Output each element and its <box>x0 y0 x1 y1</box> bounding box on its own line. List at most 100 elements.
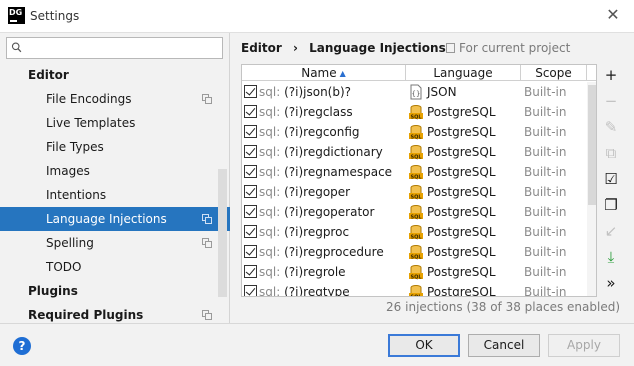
table-scrollbar-thumb[interactable] <box>588 85 596 205</box>
scope-cell: Built-in <box>524 245 567 259</box>
language-cell: PostgreSQL <box>427 145 496 159</box>
table-row[interactable]: sql: (?i)regclass SQL PostgreSQL Built-in <box>242 102 596 122</box>
close-icon[interactable]: ✕ <box>604 6 622 24</box>
svg-text:SQL: SQL <box>410 254 422 260</box>
scope-cell: Built-in <box>524 145 567 159</box>
sql-icon: SQL <box>409 245 423 260</box>
cancel-button[interactable]: Cancel <box>468 334 540 357</box>
table-row[interactable]: sql: (?i)regconfig SQL PostgreSQL Built-in <box>242 122 596 142</box>
sidebar-item-label: Language Injections <box>46 212 167 226</box>
column-scope[interactable]: Scope <box>521 65 587 81</box>
scope-cell: Built-in <box>524 285 567 297</box>
duplicate-icon[interactable]: ❐ <box>602 196 620 214</box>
enabled-checkbox[interactable] <box>244 185 257 198</box>
sidebar-item-live-templates[interactable]: Live Templates <box>0 111 230 135</box>
main-panel: Editor › Language Injections For current… <box>231 33 634 323</box>
sidebar-item-plugins[interactable]: Plugins <box>0 279 230 303</box>
import-icon[interactable]: ↙ <box>602 222 620 240</box>
table-row[interactable]: sql: (?i)json(b)? {} JSON Built-in <box>242 82 596 102</box>
table-row[interactable]: sql: (?i)regoper SQL PostgreSQL Built-in <box>242 182 596 202</box>
scope-cell: Built-in <box>524 165 567 179</box>
injection-pattern: (?i)regoper <box>284 185 351 199</box>
breadcrumb-current: Language Injections <box>309 41 446 55</box>
enabled-checkbox[interactable] <box>244 225 257 238</box>
svg-text:SQL: SQL <box>410 234 422 240</box>
injection-name: sql: (?i)regoper <box>259 182 350 202</box>
sidebar-item-images[interactable]: Images <box>0 159 230 183</box>
enabled-checkbox[interactable] <box>244 245 257 258</box>
svg-text:{}: {} <box>412 90 421 98</box>
sql-icon: SQL <box>409 165 423 180</box>
language-cell: JSON <box>427 85 457 99</box>
project-icon <box>446 43 455 53</box>
sidebar-item-spelling[interactable]: Spelling <box>0 231 230 255</box>
injection-prefix: sql: <box>259 245 281 259</box>
column-name-label: Name <box>301 66 337 80</box>
language-cell: PostgreSQL <box>427 285 496 297</box>
table-row[interactable]: sql: (?i)regproc SQL PostgreSQL Built-in <box>242 222 596 242</box>
sidebar-item-language-injections[interactable]: Language Injections <box>0 207 230 231</box>
table-row[interactable]: sql: (?i)regprocedure SQL PostgreSQL Built-… <box>242 242 596 262</box>
table-row[interactable]: sql: (?i)regtype SQL PostgreSQL Built-in <box>242 282 596 297</box>
injection-name: sql: (?i)regconfig <box>259 122 360 142</box>
injection-pattern: (?i)regclass <box>284 105 353 119</box>
injections-table: Name ▲ Language Scope sql: (?i)json(b)? {}… <box>241 64 597 297</box>
injection-name: sql: (?i)regrole <box>259 262 346 282</box>
language-cell: PostgreSQL <box>427 185 496 199</box>
scope-cell: Built-in <box>524 265 567 279</box>
remove-icon[interactable]: − <box>602 92 620 110</box>
sql-icon: SQL <box>409 265 423 280</box>
scope-hint-label: For current project <box>459 41 571 55</box>
sidebar-item-editor[interactable]: Editor <box>0 63 230 87</box>
checklist-icon[interactable]: ☑ <box>602 170 620 188</box>
project-scope-icon <box>202 310 212 320</box>
sidebar-scrollbar[interactable] <box>218 169 227 297</box>
export-icon[interactable]: ⤓ <box>602 248 620 266</box>
enabled-checkbox[interactable] <box>244 125 257 138</box>
apply-button[interactable]: Apply <box>548 334 620 357</box>
svg-text:SQL: SQL <box>410 114 422 120</box>
table-scrollbar[interactable] <box>587 82 596 296</box>
svg-text:SQL: SQL <box>410 174 422 180</box>
table-row[interactable]: sql: (?i)regoperator SQL PostgreSQL Built-i… <box>242 202 596 222</box>
injection-prefix: sql: <box>259 185 281 199</box>
edit-icon[interactable]: ✎ <box>602 118 620 136</box>
column-language[interactable]: Language <box>406 65 521 81</box>
search-input[interactable] <box>6 37 223 59</box>
ok-button[interactable]: OK <box>388 334 460 357</box>
column-name[interactable]: Name ▲ <box>242 65 406 81</box>
sidebar-item-intentions[interactable]: Intentions <box>0 183 230 207</box>
enabled-checkbox[interactable] <box>244 205 257 218</box>
enabled-checkbox[interactable] <box>244 165 257 178</box>
injection-name: sql: (?i)regprocedure <box>259 242 384 262</box>
breadcrumb-separator: › <box>293 41 298 55</box>
svg-text:SQL: SQL <box>410 194 422 200</box>
sidebar-item-todo[interactable]: TODO <box>0 255 230 279</box>
search-icon <box>11 42 22 53</box>
help-icon[interactable]: ? <box>13 337 31 355</box>
enabled-checkbox[interactable] <box>244 265 257 278</box>
enabled-checkbox[interactable] <box>244 145 257 158</box>
column-language-label: Language <box>433 66 493 80</box>
table-row[interactable]: sql: (?i)regdictionary SQL PostgreSQL Built… <box>242 142 596 162</box>
svg-text:SQL: SQL <box>410 134 422 140</box>
enabled-checkbox[interactable] <box>244 85 257 98</box>
copy-icon[interactable]: ⧉ <box>602 144 620 162</box>
table-row[interactable]: sql: (?i)regrole SQL PostgreSQL Built-in <box>242 262 596 282</box>
enabled-checkbox[interactable] <box>244 105 257 118</box>
sidebar-item-file-encodings[interactable]: File Encodings <box>0 87 230 111</box>
add-icon[interactable]: + <box>602 66 620 84</box>
scope-cell: Built-in <box>524 125 567 139</box>
sidebar-item-file-types[interactable]: File Types <box>0 135 230 159</box>
injection-prefix: sql: <box>259 165 281 179</box>
table-row[interactable]: sql: (?i)regnamespace SQL PostgreSQL Built-… <box>242 162 596 182</box>
more-icon[interactable]: » <box>602 274 620 292</box>
scope-cell: Built-in <box>524 205 567 219</box>
breadcrumb-parent[interactable]: Editor <box>241 41 282 55</box>
window-title: Settings <box>30 9 80 23</box>
sidebar-item-label: File Encodings <box>46 92 132 106</box>
scope-cell: Built-in <box>524 185 567 199</box>
enabled-checkbox[interactable] <box>244 285 257 296</box>
injection-pattern: (?i)regdictionary <box>284 145 383 159</box>
injection-pattern: (?i)regprocedure <box>284 245 384 259</box>
